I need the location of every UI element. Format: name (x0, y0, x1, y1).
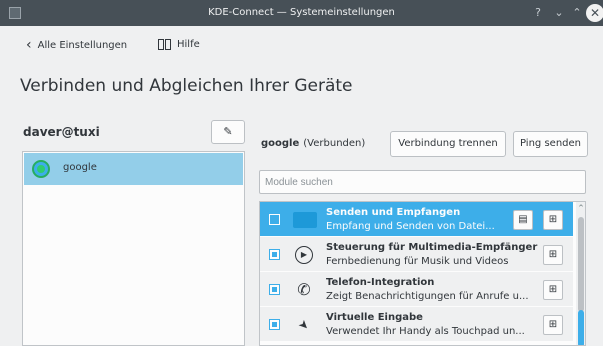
plugin-description: Empfang und Senden von Datei... (326, 221, 495, 232)
toolbar: ‹ Alle Einstellungen Hilfe (0, 26, 603, 66)
maximize-button[interactable]: ⌃ (570, 5, 584, 21)
device-list: google (22, 151, 245, 346)
page-title: Verbinden und Abgleichen Ihrer Geräte (20, 76, 353, 96)
device-label: google (63, 162, 97, 173)
plugin-item-telephony[interactable]: ✆ Telefon-Integration Zeigt Benachrichti… (260, 272, 573, 307)
scrollbar-thumb[interactable] (578, 310, 584, 345)
plugin-checkbox[interactable] (269, 214, 280, 225)
plugin-title: Steuerung für Multimedia-Empfänger (326, 242, 538, 253)
plugin-settings-button[interactable]: ⊞ (543, 210, 563, 230)
host-name: daver@tuxi (23, 125, 100, 139)
phone-icon: ✆ (297, 280, 311, 299)
plugin-list-scrollbar[interactable]: ⌃ (576, 202, 585, 345)
plugin-description: Fernbedienung für Musik und Videos (326, 256, 509, 267)
rename-button[interactable]: ✎ (211, 120, 245, 144)
plugin-settings-button[interactable]: ⊞ (543, 315, 563, 335)
scroll-up-icon[interactable]: ⌃ (576, 204, 585, 214)
plugin-title: Senden und Empfangen (326, 207, 461, 218)
plugin-checkbox[interactable] (269, 249, 280, 260)
device-icon (32, 160, 50, 178)
close-button[interactable]: ✕ (586, 4, 603, 22)
ping-button[interactable]: Ping senden (513, 131, 588, 157)
plugin-settings-button[interactable]: ⊞ (543, 280, 563, 300)
plugin-checkbox[interactable] (269, 319, 280, 330)
window-title: KDE-Connect — Systemeinstellungen (208, 7, 395, 18)
plugin-title: Telefon-Integration (326, 277, 435, 288)
back-button[interactable]: ‹ Alle Einstellungen (26, 37, 128, 53)
help-label: Hilfe (177, 39, 200, 50)
chevron-left-icon: ‹ (26, 37, 32, 53)
plugin-about-button[interactable]: ▤ (513, 210, 533, 230)
folder-icon (293, 212, 317, 228)
window-titlebar: KDE-Connect — Systemeinstellungen ? ⌄ ⌃ … (0, 0, 603, 26)
plugin-list: Senden und Empfangen Empfang und Senden … (259, 201, 586, 346)
pointer-icon: ➤ (295, 316, 313, 334)
device-panel: daver@tuxi ✎ google (15, 116, 246, 346)
help-button[interactable]: Hilfe (158, 39, 200, 50)
plugin-description: Verwendet Ihr Handy als Touchpad un... (326, 326, 525, 337)
device-item-google[interactable]: google (24, 153, 243, 185)
plugin-checkbox[interactable] (269, 284, 280, 295)
plugin-item-mpris[interactable]: ▶ Steuerung für Multimedia-Empfänger Fer… (260, 237, 573, 272)
play-icon: ▶ (295, 246, 313, 264)
help-window-button[interactable]: ? (531, 5, 545, 21)
plugin-search-input[interactable] (259, 170, 586, 194)
help-book-icon (158, 39, 172, 50)
plugin-description: Zeigt Benachrichtigungen für Anrufe u... (326, 291, 529, 302)
device-status: google (Verbunden) (261, 138, 365, 149)
plugin-item-remotecontrol[interactable]: ➤ Virtuelle Eingabe Verwendet Ihr Handy … (260, 307, 573, 342)
plugin-settings-button[interactable]: ⊞ (543, 245, 563, 265)
plugin-item-share[interactable]: Senden und Empfangen Empfang und Senden … (260, 202, 573, 237)
minimize-button[interactable]: ⌄ (552, 5, 566, 21)
plugin-title: Virtuelle Eingabe (326, 312, 423, 323)
scrollbar-track (578, 217, 584, 312)
back-label: Alle Einstellungen (37, 39, 128, 51)
device-status-state: (Verbunden) (303, 138, 366, 149)
device-details: google (Verbunden) Verbindung trennen Pin… (255, 116, 603, 346)
disconnect-button[interactable]: Verbindung trennen (390, 131, 506, 157)
device-status-name: google (261, 138, 300, 149)
